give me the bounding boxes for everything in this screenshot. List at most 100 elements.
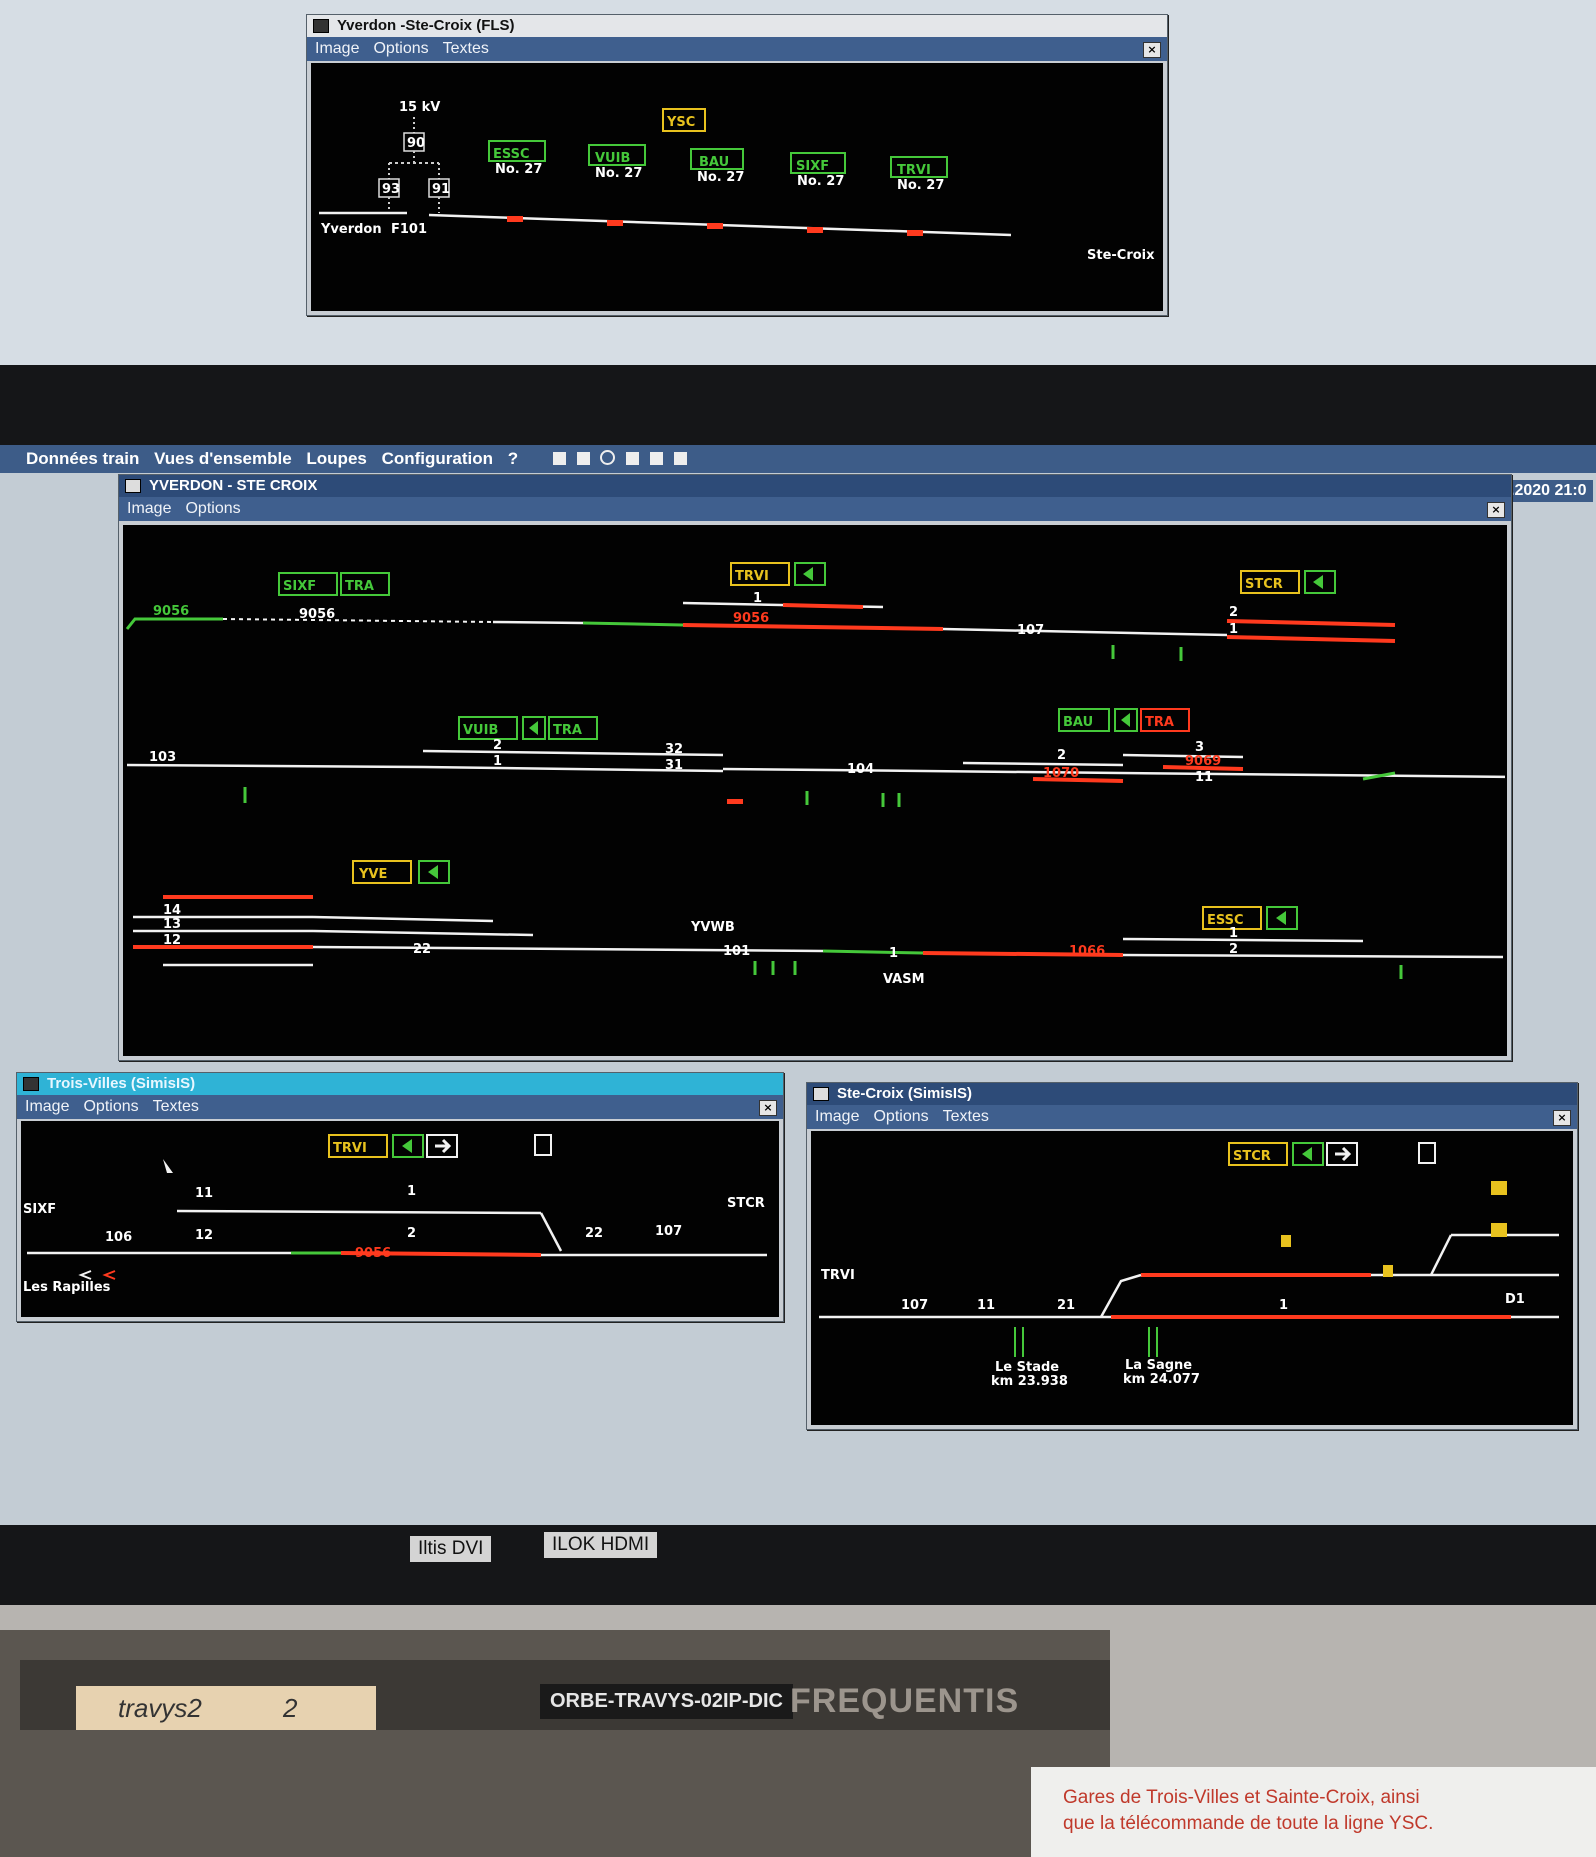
station-vuib[interactable]: VUIB No. 27 [588,144,646,181]
track-label: 106 [105,1230,132,1245]
box-stcr[interactable]: STCR [1228,1142,1358,1166]
box-label: YVE [358,867,387,882]
box-label: STCR [1245,577,1283,592]
track-label: 32 [665,742,683,757]
monitor-input-tag: ILOK HDMI [544,1532,658,1558]
track-label: 9056 [153,604,189,619]
toolbar-icon[interactable] [673,451,687,465]
menu-textes[interactable]: Textes [943,1108,989,1125]
box-stcr[interactable]: STCR [1240,570,1336,594]
station-code: TRVI [897,163,931,178]
window-main-overview[interactable]: YVERDON - STE CROIX Image Options × SIXF … [118,474,1524,1061]
toolbar-icon[interactable] [649,451,663,465]
menu-help[interactable]: ? [508,449,518,468]
station-essc[interactable]: ESSC No. 27 [488,140,546,177]
menu-image[interactable]: Image [25,1098,69,1115]
arrow-button[interactable] [1418,1142,1436,1164]
station-no: No. 27 [495,162,542,177]
caption-line: que la télécommande de toute la ligne YS… [1063,1813,1434,1834]
window-trvi-titlebar[interactable]: Trois-Villes (SimisIS) [17,1073,783,1095]
menu-options[interactable]: Options [873,1108,928,1125]
menu-image[interactable]: Image [815,1108,859,1125]
track-label: 14 [163,903,181,918]
window-fls-titlebar[interactable]: Yverdon -Ste-Croix (FLS) [307,15,1167,37]
track-label: 3 [1195,740,1204,755]
station-trvi[interactable]: TRVI No. 27 [890,156,948,193]
box-vuib[interactable]: VUIB [458,716,546,740]
box-sixf[interactable]: SIXF [278,572,338,596]
track-label: 11 [977,1298,995,1313]
window-fls-overview[interactable]: Yverdon -Ste-Croix (FLS) Image Options Tex… [306,14,1168,316]
window-trois-villes[interactable]: Trois-Villes (SimisIS) Image Options Texte… [16,1072,784,1322]
close-icon[interactable]: × [759,1100,777,1116]
monitor-bezel-top [0,365,1596,445]
box-label: STCR [1233,1149,1271,1164]
monitor-input-tag: Iltis DVI [410,1536,492,1562]
box-trvi[interactable]: TRVI [730,562,826,586]
track-label: 2 [1229,605,1238,620]
close-icon[interactable]: × [1487,502,1505,518]
close-icon[interactable]: × [1143,42,1161,58]
track-label: 1 [493,754,502,769]
track-label: Le Stade [995,1360,1059,1375]
breaker-91: 91 [432,182,450,197]
track-label: 1 [1229,926,1238,941]
menu-donnees-train[interactable]: Données train [26,449,139,468]
track-label: SIXF [23,1202,56,1217]
menu-image[interactable]: Image [127,500,171,517]
menu-vues-ensemble[interactable]: Vues d'ensemble [154,449,292,468]
box-tra-vuib[interactable]: TRA [548,716,598,740]
window-fls-menubar: Image Options Textes [307,37,1167,61]
arrow-button[interactable] [534,1134,552,1156]
window-main-titlebar[interactable]: YVERDON - STE CROIX [119,475,1511,497]
menu-options[interactable]: Options [373,40,428,57]
toolbar-icon[interactable] [626,451,640,465]
toolbar-icon[interactable] [552,451,566,465]
track-label: 2 [1057,748,1066,763]
toolbar-icon[interactable] [576,451,590,465]
station-sixf[interactable]: SIXF No. 27 [790,152,846,189]
fls-diagram: 15 kV 90 93 91 YSC ESSC No. 27 VUIB No. … [311,63,1163,311]
station-bau[interactable]: BAU No. 27 [690,148,744,185]
box-bau[interactable]: BAU [1058,708,1138,732]
menu-configuration[interactable]: Configuration [382,449,493,468]
app-main-menubar: Données train Vues d'ensemble Loupes Con… [0,445,1596,473]
track-label: YVWB [690,920,735,935]
menu-image[interactable]: Image [315,40,359,57]
track-label: 22 [585,1226,603,1241]
stcr-track-diagram: STCR TRVI 107 11 21 1 D1 Le Stade km 23.… [811,1131,1573,1425]
station-no: No. 27 [697,170,744,185]
trvi-track-diagram: TRVI SIXF STCR 11 1 106 12 2 9056 22 107… [21,1121,779,1317]
menu-loupes[interactable]: Loupes [306,449,366,468]
station-no: No. 27 [797,174,844,189]
menu-options[interactable]: Options [83,1098,138,1115]
station-code: ESSC [493,147,530,162]
menu-textes[interactable]: Textes [153,1098,199,1115]
window-stcr-titlebar[interactable]: Ste-Croix (SimisIS) [807,1083,1577,1105]
window-stcr-menubar: Image Options Textes [807,1105,1577,1129]
window-fls-title: Yverdon -Ste-Croix (FLS) [337,17,515,34]
search-icon[interactable] [600,449,616,465]
box-tra[interactable]: TRA [340,572,390,596]
box-label: BAU [1063,715,1093,730]
box-tra-bau[interactable]: TRA [1140,708,1190,732]
label-stecroix: Ste-Croix [1087,248,1155,263]
window-main-title: YVERDON - STE CROIX [149,477,318,494]
photo-caption: Gares de Trois-Villes et Sainte-Croix, a… [1031,1767,1596,1857]
menu-textes[interactable]: Textes [443,40,489,57]
breaker-93: 93 [382,182,400,197]
track-label: 11 [195,1186,213,1201]
station-code: VUIB [595,151,630,166]
track-label: 9056 [355,1246,391,1261]
box-trvi[interactable]: TRVI [328,1134,458,1158]
panel-label-number: 2 [283,1693,298,1723]
box-yve[interactable]: YVE [352,860,450,884]
close-icon[interactable]: × [1553,1110,1571,1126]
breaker-90: 90 [407,136,425,151]
window-ste-croix[interactable]: Ste-Croix (SimisIS) Image Options Textes ×… [806,1082,1578,1430]
box-essc[interactable]: ESSC [1202,906,1298,930]
menu-options[interactable]: Options [185,500,240,517]
window-icon [125,479,141,493]
window-icon [313,19,329,33]
window-icon [23,1077,39,1091]
